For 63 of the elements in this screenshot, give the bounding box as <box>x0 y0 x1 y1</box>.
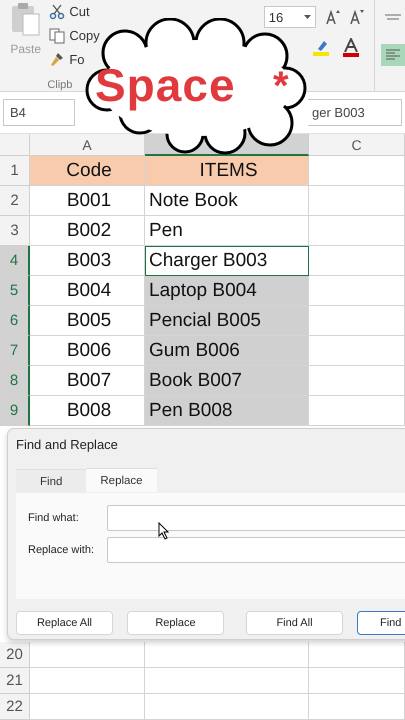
table-cell: B006 <box>30 336 145 366</box>
grow-font-icon[interactable] <box>326 9 340 25</box>
field-label: Replace with: <box>28 544 96 556</box>
dialog-title: Find and Replace <box>16 437 118 452</box>
font-color-icon[interactable] <box>342 38 360 58</box>
table-cell: B002 <box>30 216 145 246</box>
format-button[interactable]: Fo <box>49 47 85 72</box>
copy-button[interactable]: Copy <box>49 24 100 48</box>
header-cell: Code <box>30 156 145 186</box>
group-label: Clipb <box>47 79 72 92</box>
row-header[interactable]: 9 <box>0 396 30 426</box>
row-header[interactable]: 8 <box>0 366 30 396</box>
row-header[interactable]: 5 <box>0 276 30 306</box>
table-cell: Gum B006 <box>145 336 309 366</box>
table-cell: B004 <box>30 276 145 306</box>
column-header[interactable]: C <box>309 134 405 156</box>
copy-icon <box>49 28 66 44</box>
row-header[interactable]: 4 <box>0 246 30 276</box>
table-cell: B008 <box>30 396 145 426</box>
cut-button[interactable]: Cut <box>49 0 90 24</box>
header-cell: ITEMS <box>145 156 309 186</box>
align-left-icon[interactable] <box>386 49 400 61</box>
table-cell: Book B007 <box>145 366 309 396</box>
row-header[interactable]: 7 <box>0 336 30 366</box>
dialog-tab[interactable]: Find <box>16 469 86 493</box>
row-header[interactable]: 3 <box>0 216 30 246</box>
mouse-pointer-icon <box>158 522 170 540</box>
row-header[interactable]: 6 <box>0 306 30 336</box>
input-field[interactable] <box>107 537 405 563</box>
table-cell: B005 <box>30 306 145 336</box>
formula-field[interactable]: ger B003 <box>308 99 402 126</box>
table-cell: Pen B008 <box>145 396 309 426</box>
font-size-field[interactable]: 16 <box>264 6 316 28</box>
table-cell: Laptop B004 <box>145 276 309 306</box>
paintbrush-icon <box>49 51 66 68</box>
dialog-button[interactable]: Replace <box>127 611 224 635</box>
row-header[interactable]: 1 <box>0 156 30 186</box>
table-cell: B001 <box>30 186 145 216</box>
dialog-button[interactable]: Find <box>357 611 405 635</box>
table-cell: B007 <box>30 366 145 396</box>
shrink-font-icon[interactable] <box>350 9 364 25</box>
dialog-button[interactable]: Find All <box>246 611 343 635</box>
table-cell: Note Book <box>145 186 309 216</box>
column-header[interactable]: A <box>30 134 145 156</box>
field-label: Find what: <box>28 512 80 524</box>
dialog-tab[interactable]: Replace <box>86 468 157 492</box>
row-header[interactable]: 22 <box>0 694 30 720</box>
table-cell: Pencial B005 <box>145 306 309 336</box>
table-cell: B003 <box>30 246 145 276</box>
clipboard-icon[interactable] <box>10 2 41 36</box>
name-box[interactable]: B4 <box>3 99 75 126</box>
table-cell: Charger B003 <box>145 246 309 276</box>
row-header[interactable]: 2 <box>0 186 30 216</box>
row-header[interactable]: 20 <box>0 642 30 668</box>
row-header[interactable]: 21 <box>0 668 30 694</box>
table-cell: Pen <box>145 216 309 246</box>
highlighter-icon[interactable] <box>312 39 332 57</box>
caret-icon[interactable] <box>304 15 311 19</box>
dialog-button[interactable]: Replace All <box>16 611 113 635</box>
input-field[interactable] <box>107 505 405 531</box>
callout-text: Space <box>95 62 236 108</box>
asterisk-mark: * <box>273 66 289 106</box>
scissors-icon <box>49 4 66 20</box>
